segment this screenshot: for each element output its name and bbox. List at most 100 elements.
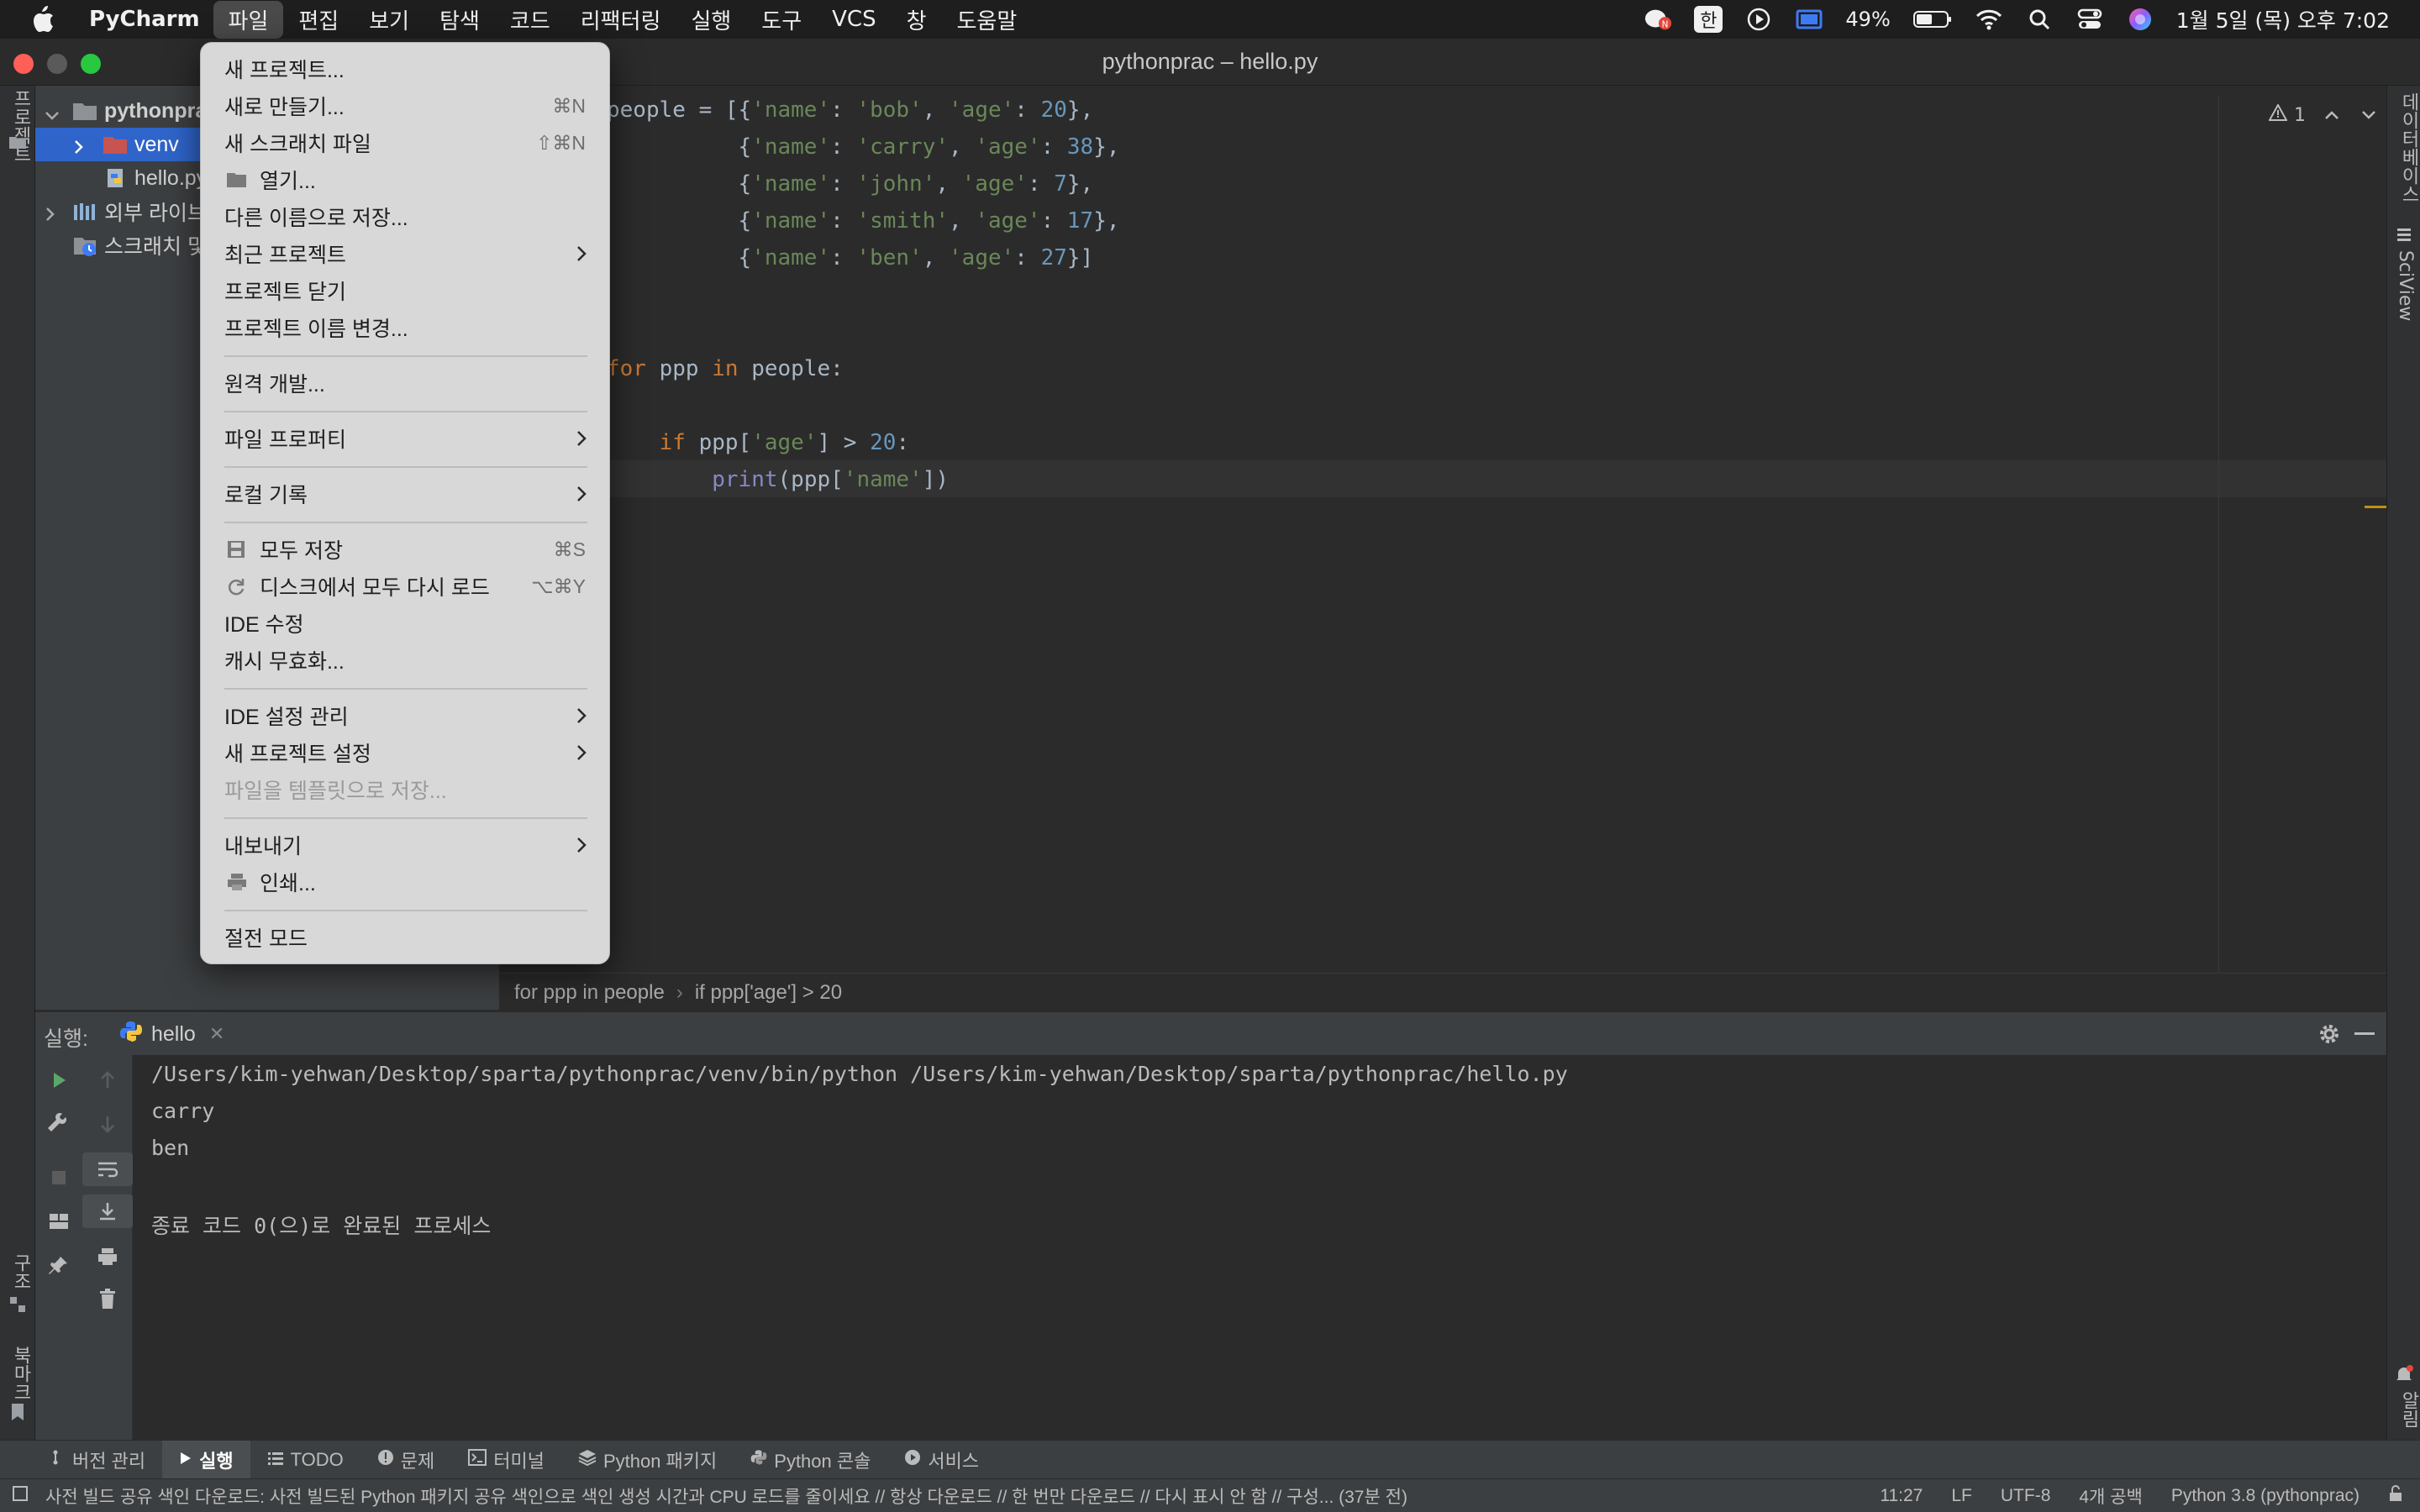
indent-setting[interactable]: 4개 공백 xyxy=(2079,1483,2142,1509)
app-name-menu[interactable]: PyCharm xyxy=(89,7,200,32)
chevron-down-icon[interactable] xyxy=(44,104,60,129)
menu-code[interactable]: 코드 xyxy=(495,1,566,39)
menu-item-label: 원격 개발... xyxy=(224,373,325,396)
tab-todo[interactable]: TODO xyxy=(250,1441,360,1479)
python-interpreter[interactable]: Python 3.8 (pythonprac) xyxy=(2171,1486,2360,1506)
menu-item-recent-projects[interactable]: 최근 프로젝트 xyxy=(201,236,611,271)
trash-icon[interactable] xyxy=(82,1282,133,1315)
tab-label: Python 콘솔 xyxy=(774,1450,871,1472)
chevron-right-icon[interactable] xyxy=(72,137,86,161)
structure-tool-button[interactable]: 구조 xyxy=(7,1253,34,1290)
search-icon[interactable] xyxy=(2025,7,2054,32)
tab-python-console[interactable]: Python 콘솔 xyxy=(734,1441,887,1479)
siri-icon[interactable] xyxy=(2126,7,2154,32)
menu-item-power-save-mode[interactable]: 절전 모드 xyxy=(201,920,611,955)
wifi-icon[interactable] xyxy=(1975,7,2003,32)
tab-python-packages[interactable]: Python 패키지 xyxy=(561,1441,734,1479)
breadcrumb-item[interactable]: for ppp in people xyxy=(514,981,665,1005)
layout-icon[interactable] xyxy=(35,1205,82,1238)
menu-item-open[interactable]: 열기... xyxy=(201,162,611,197)
code-editor[interactable]: people = [{'name': 'bob', 'age': 20}, {'… xyxy=(499,86,2386,973)
breadcrumb-item[interactable]: if ppp['age'] > 20 xyxy=(695,981,842,1005)
tool-window-tabs: 버전 관리 실행 TODO 문제 터미널 Python 패키지 Python 콘… xyxy=(0,1440,2420,1479)
chevron-up-icon[interactable] xyxy=(2324,105,2339,126)
menu-view[interactable]: 보기 xyxy=(354,1,424,39)
chevron-right-icon[interactable] xyxy=(44,204,57,228)
menu-item-label: 디스크에서 모두 다시 로드 xyxy=(260,576,490,600)
menu-item-print[interactable]: 인쇄... xyxy=(201,864,611,900)
pin-icon[interactable] xyxy=(35,1248,82,1282)
apple-icon[interactable] xyxy=(30,5,60,34)
arrow-down-icon[interactable] xyxy=(82,1107,133,1141)
cursor-position[interactable]: 11:27 xyxy=(1880,1486,1923,1506)
rerun-button[interactable] xyxy=(35,1063,82,1097)
tab-problems[interactable]: 문제 xyxy=(360,1441,451,1479)
bookmarks-tool-button[interactable]: 북마크 xyxy=(7,1346,34,1401)
tab-run[interactable]: 실행 xyxy=(162,1440,250,1479)
menu-item-reload-all[interactable]: 디스크에서 모두 다시 로드 ⌥⌘Y xyxy=(201,569,611,604)
unlock-icon[interactable] xyxy=(2388,1484,2403,1508)
soft-wrap-icon[interactable] xyxy=(82,1152,133,1186)
menu-run[interactable]: 실행 xyxy=(676,1,746,39)
tab-terminal[interactable]: 터미널 xyxy=(451,1441,561,1479)
menu-item-label: 모두 저장 xyxy=(260,539,343,563)
menu-help[interactable]: 도움말 xyxy=(942,1,1033,39)
menu-item-new[interactable]: 새로 만들기... ⌘N xyxy=(201,88,611,123)
menu-item-label: 로컬 기록 xyxy=(224,484,308,507)
menu-refactor[interactable]: 리팩터링 xyxy=(566,1,676,39)
menu-item-rename-project[interactable]: 프로젝트 이름 변경... xyxy=(201,310,611,345)
close-tab-icon[interactable]: ✕ xyxy=(209,1023,224,1045)
menu-item-file-properties[interactable]: 파일 프로퍼티 xyxy=(201,421,611,456)
input-method-indicator[interactable]: 한 xyxy=(1694,6,1723,33)
settings-gear-icon[interactable] xyxy=(2317,1022,2341,1050)
menu-item-new-project-setup[interactable]: 새 프로젝트 설정 xyxy=(201,735,611,770)
menu-item-remote-development[interactable]: 원격 개발... xyxy=(201,365,611,401)
menu-window[interactable]: 창 xyxy=(892,1,942,39)
menu-tools[interactable]: 도구 xyxy=(746,1,817,39)
menu-item-new-project[interactable]: 새 프로젝트... xyxy=(201,51,611,87)
clock[interactable]: 1월 5일 (목) 오후 7:02 xyxy=(2176,4,2390,34)
menu-item-local-history[interactable]: 로컬 기록 xyxy=(201,476,611,512)
menu-navigate[interactable]: 탐색 xyxy=(424,1,495,39)
menu-item-save-all[interactable]: 모두 저장 ⌘S xyxy=(201,532,611,567)
database-tool-button[interactable]: 데이터베이스 xyxy=(2395,92,2420,203)
arrow-up-icon[interactable] xyxy=(82,1063,133,1097)
menu-item-repair-ide[interactable]: IDE 수정 xyxy=(201,606,611,641)
run-tab-hello[interactable]: hello ✕ xyxy=(119,1012,224,1056)
file-encoding[interactable]: UTF-8 xyxy=(2001,1486,2051,1506)
scroll-to-end-icon[interactable] xyxy=(82,1194,133,1228)
messenger-icon[interactable]: N xyxy=(1644,7,1672,32)
play-circle-icon[interactable] xyxy=(1744,7,1773,32)
menu-vcs[interactable]: VCS xyxy=(817,3,891,35)
menu-file[interactable]: 파일 xyxy=(213,0,284,39)
notifications-tool-button[interactable]: 알림 xyxy=(2395,1391,2420,1428)
menu-item-label: 새 스크래치 파일 xyxy=(224,133,371,156)
stop-button[interactable] xyxy=(35,1161,82,1194)
tab-version-control[interactable]: 버전 관리 xyxy=(35,1441,162,1479)
wrench-icon[interactable] xyxy=(35,1107,82,1141)
sciview-tool-button[interactable]: SciView xyxy=(2395,250,2416,321)
status-message[interactable]: 사전 빌드 공유 색인 다운로드: 사전 빌드된 Python 패키지 공유 색… xyxy=(45,1483,1407,1509)
code-text: {'name': 'smith', 'age': 17}, xyxy=(607,208,1120,234)
screen-mirror-icon[interactable] xyxy=(1795,7,1823,32)
menu-item-close-project[interactable]: 프로젝트 닫기 xyxy=(201,273,611,308)
notifications-icon[interactable] xyxy=(2394,1364,2414,1388)
menu-item-save-as[interactable]: 다른 이름으로 저장... xyxy=(201,199,611,234)
menu-edit[interactable]: 편집 xyxy=(283,1,354,39)
menu-item-export[interactable]: 내보내기 xyxy=(201,827,611,863)
minimize-panel-icon[interactable] xyxy=(2354,1032,2375,1035)
menu-item-manage-ide-settings[interactable]: IDE 설정 관리 xyxy=(201,698,611,733)
tab-services[interactable]: 서비스 xyxy=(887,1441,996,1479)
library-icon xyxy=(72,202,97,228)
line-separator[interactable]: LF xyxy=(1951,1486,1972,1506)
control-center-icon[interactable] xyxy=(2075,7,2104,32)
panel-toggle-icon[interactable] xyxy=(12,1485,29,1507)
menu-item-invalidate-caches[interactable]: 캐시 무효화... xyxy=(201,643,611,678)
menu-item-new-scratch-file[interactable]: 새 스크래치 파일 ⇧⌘N xyxy=(201,125,611,160)
structure-icon xyxy=(8,1295,27,1317)
battery-icon[interactable] xyxy=(1912,7,1953,32)
print-icon[interactable] xyxy=(82,1240,133,1273)
chevron-down-icon[interactable] xyxy=(2361,105,2376,126)
inspection-widget[interactable]: 1 xyxy=(2268,102,2376,126)
chevron-right-icon xyxy=(576,429,587,454)
